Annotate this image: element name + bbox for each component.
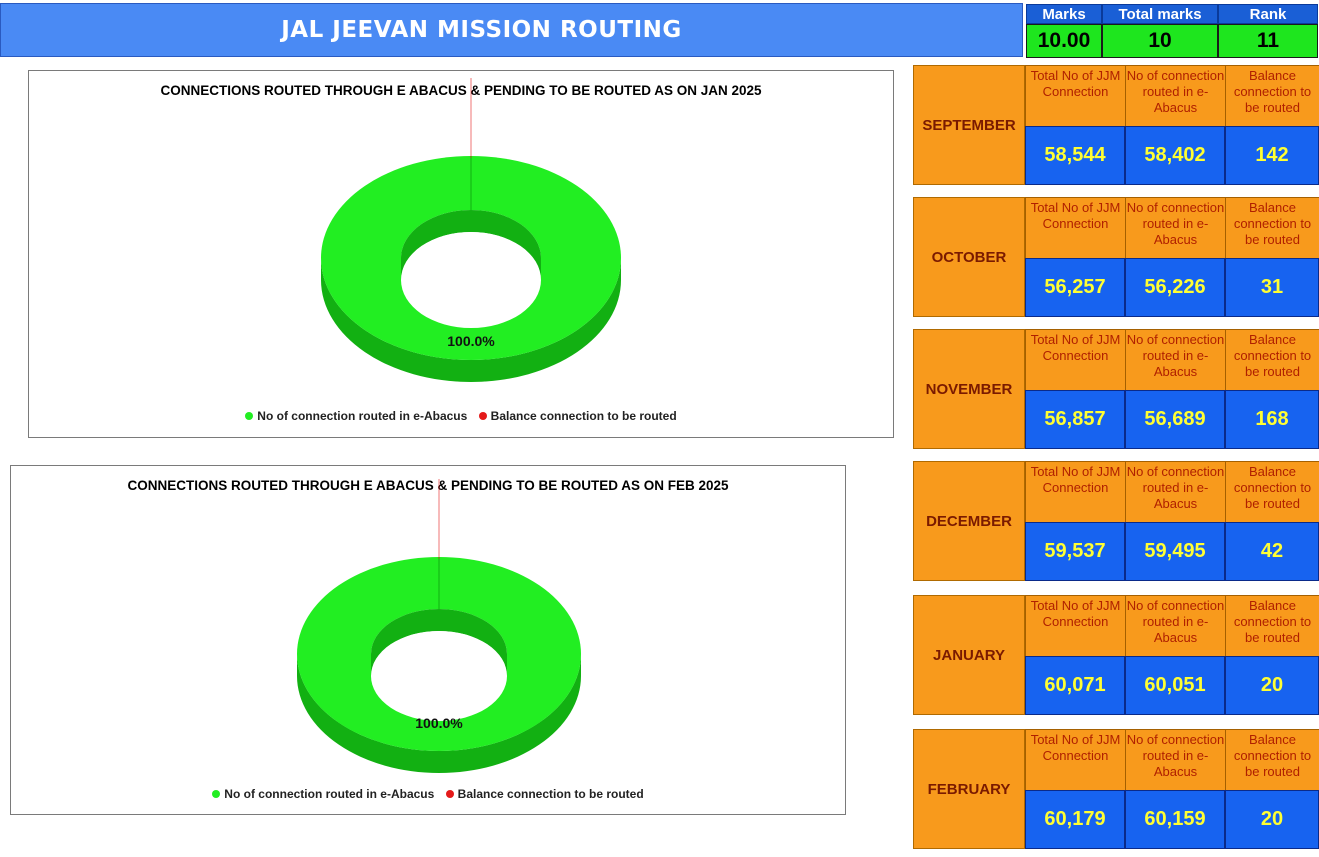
month-name: JANUARY [913, 595, 1025, 715]
label-routed: No of connection routed in e-Abacus [1125, 65, 1225, 126]
month-panel-september: SEPTEMBER Total No of JJM Connection No of… [913, 65, 1319, 186]
month-panel-december: DECEMBER Total No of JJM Connection No of … [913, 461, 1319, 582]
legend-marker-icon [445, 789, 454, 798]
value-balance: 42 [1225, 522, 1319, 581]
total-marks-value: 10 [1102, 24, 1218, 58]
value-routed: 56,689 [1125, 390, 1225, 449]
value-balance: 20 [1225, 656, 1319, 715]
data-label-routed: 100.0% [447, 333, 495, 349]
value-total: 58,544 [1025, 126, 1125, 185]
value-total: 59,537 [1025, 522, 1125, 581]
label-balance: Balance connection to be routed [1225, 197, 1319, 258]
label-balance: Balance connection to be routed [1225, 595, 1319, 656]
chart-legend: No of connection routed in e-Abacus Bala… [11, 787, 845, 801]
label-total: Total No of JJM Connection [1025, 197, 1125, 258]
chart-feb-2025: CONNECTIONS ROUTED THROUGH E ABACUS & PE… [10, 465, 846, 815]
donut-chart: 100.0% [321, 78, 621, 382]
legend-item-routed: No of connection routed in e-Abacus [245, 409, 467, 423]
month-name: OCTOBER [913, 197, 1025, 317]
donut-hole-floor [401, 232, 541, 328]
label-balance: Balance connection to be routed [1225, 65, 1319, 126]
legend-marker-icon [478, 411, 487, 420]
label-total: Total No of JJM Connection [1025, 729, 1125, 790]
donut-chart: 100.0% [297, 479, 581, 773]
chart-legend: No of connection routed in e-Abacus Bala… [29, 409, 893, 423]
value-routed: 60,159 [1125, 790, 1225, 849]
legend-marker-icon [212, 789, 221, 798]
value-routed: 56,226 [1125, 258, 1225, 317]
label-total: Total No of JJM Connection [1025, 595, 1125, 656]
marks-value: 10.00 [1026, 24, 1102, 58]
month-name: NOVEMBER [913, 329, 1025, 449]
rank-value: 11 [1218, 24, 1318, 58]
label-routed: No of connection routed in e-Abacus [1125, 729, 1225, 790]
month-panel-february: FEBRUARY Total No of JJM Connection No of … [913, 729, 1319, 850]
legend-item-balance: Balance connection to be routed [445, 787, 644, 801]
month-name: DECEMBER [913, 461, 1025, 581]
label-total: Total No of JJM Connection [1025, 461, 1125, 522]
month-name: FEBRUARY [913, 729, 1025, 849]
label-total: Total No of JJM Connection [1025, 329, 1125, 390]
legend-item-balance: Balance connection to be routed [478, 409, 677, 423]
value-balance: 168 [1225, 390, 1319, 449]
value-balance: 31 [1225, 258, 1319, 317]
value-routed: 59,495 [1125, 522, 1225, 581]
month-panel-november: NOVEMBER Total No of JJM Connection No of … [913, 329, 1319, 450]
label-total: Total No of JJM Connection [1025, 65, 1125, 126]
total-marks-header: Total marks [1102, 4, 1218, 24]
score-box: Marks Total marks Rank 10.00 10 11 [1026, 4, 1318, 58]
data-label-routed: 100.0% [415, 715, 463, 731]
value-balance: 142 [1225, 126, 1319, 185]
value-total: 60,071 [1025, 656, 1125, 715]
label-balance: Balance connection to be routed [1225, 329, 1319, 390]
page-header: JAL JEEVAN MISSION ROUTING [0, 3, 1023, 57]
label-balance: Balance connection to be routed [1225, 729, 1319, 790]
value-total: 56,857 [1025, 390, 1125, 449]
value-routed: 58,402 [1125, 126, 1225, 185]
value-routed: 60,051 [1125, 656, 1225, 715]
label-routed: No of connection routed in e-Abacus [1125, 197, 1225, 258]
chart-jan-2025: CONNECTIONS ROUTED THROUGH E ABACUS & PE… [28, 70, 894, 438]
legend-marker-icon [245, 411, 254, 420]
donut-hole-floor [371, 631, 507, 721]
marks-header: Marks [1026, 4, 1102, 24]
value-balance: 20 [1225, 790, 1319, 849]
label-routed: No of connection routed in e-Abacus [1125, 461, 1225, 522]
rank-header: Rank [1218, 4, 1318, 24]
month-name: SEPTEMBER [913, 65, 1025, 185]
value-total: 60,179 [1025, 790, 1125, 849]
label-routed: No of connection routed in e-Abacus [1125, 595, 1225, 656]
label-routed: No of connection routed in e-Abacus [1125, 329, 1225, 390]
value-total: 56,257 [1025, 258, 1125, 317]
page-title: JAL JEEVAN MISSION ROUTING [281, 17, 682, 43]
label-balance: Balance connection to be routed [1225, 461, 1319, 522]
month-panel-january: JANUARY Total No of JJM Connection No of c… [913, 595, 1319, 716]
legend-item-routed: No of connection routed in e-Abacus [212, 787, 434, 801]
month-panel-october: OCTOBER Total No of JJM Connection No of c… [913, 197, 1319, 318]
